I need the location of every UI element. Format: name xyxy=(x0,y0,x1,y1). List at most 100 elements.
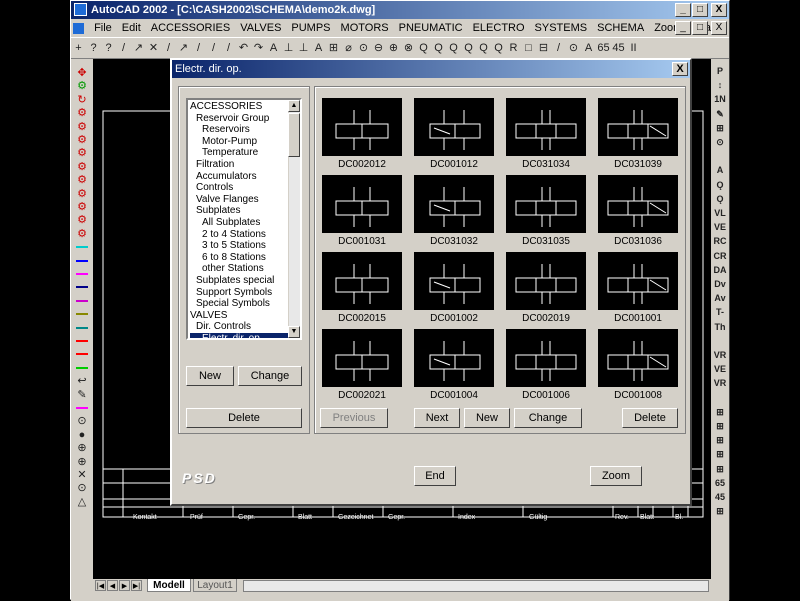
scroll-down-button[interactable]: ▼ xyxy=(288,326,300,338)
grid-new-button[interactable]: New xyxy=(464,408,510,428)
symbol-thumbnail[interactable] xyxy=(598,252,678,310)
grid-delete-button[interactable]: Delete xyxy=(622,408,678,428)
menu-pneumatic[interactable]: PNEUMATIC xyxy=(394,19,468,37)
tree-item[interactable]: Subplates xyxy=(190,205,288,217)
tree-item[interactable]: Valve Flanges xyxy=(190,194,288,206)
tree-item[interactable]: Support Symbols xyxy=(190,287,288,299)
menu-valves[interactable]: VALVES xyxy=(235,19,286,37)
tree-item[interactable]: Controls xyxy=(190,182,288,194)
end-button[interactable]: End xyxy=(414,466,456,486)
category-tree[interactable]: ACCESSORIES Reservoir Group Reservoirs Moto… xyxy=(186,98,302,340)
toolbar-tool-icon[interactable]: ? xyxy=(102,40,115,56)
tree-change-button[interactable]: Change xyxy=(238,366,302,386)
tab-model[interactable]: Modell xyxy=(147,579,191,592)
toolbar-tool-icon[interactable]: ⊙ xyxy=(567,40,580,56)
symbol-thumbnail[interactable] xyxy=(598,98,678,156)
symbol-thumbnail[interactable] xyxy=(598,329,678,387)
doc-restore-button[interactable]: □ xyxy=(692,21,708,35)
toolbar-tool-icon[interactable]: ⊞ xyxy=(327,40,340,56)
maximize-button[interactable]: □ xyxy=(692,3,708,17)
symbol-thumbnail[interactable] xyxy=(506,252,586,310)
tab-nav-button[interactable]: ▶ xyxy=(119,580,130,591)
tab-layout1[interactable]: Layout1 xyxy=(193,579,237,592)
toolbar-tool-icon[interactable]: ⊟ xyxy=(537,40,550,56)
menu-pumps[interactable]: PUMPS xyxy=(286,19,335,37)
tree-item[interactable]: Subplates special xyxy=(190,275,288,287)
tree-item[interactable]: Motor-Pump xyxy=(190,136,288,148)
doc-minimize-button[interactable]: _ xyxy=(675,21,691,35)
tab-nav-button[interactable]: ◀ xyxy=(107,580,118,591)
symbol-thumbnail[interactable] xyxy=(322,252,402,310)
toolbar-tool-icon[interactable]: ⊗ xyxy=(402,40,415,56)
tree-item[interactable]: Dir. Controls xyxy=(190,321,288,333)
toolbar-tool-icon[interactable]: Q xyxy=(432,40,445,56)
toolbar-tool-icon[interactable]: / xyxy=(207,40,220,56)
toolbar-tool-icon[interactable]: II xyxy=(627,40,640,56)
tree-item[interactable]: ACCESSORIES xyxy=(190,101,288,113)
zoom-button[interactable]: Zoom xyxy=(590,466,642,486)
toolbar-tool-icon[interactable]: ↗ xyxy=(132,40,145,56)
toolbar-tool-icon[interactable]: Q xyxy=(462,40,475,56)
menu-motors[interactable]: MOTORS xyxy=(336,19,394,37)
toolbar-tool-icon[interactable]: ? xyxy=(87,40,100,56)
dialog-close-button[interactable]: X xyxy=(672,62,688,76)
toolbar-tool-icon[interactable]: A xyxy=(267,40,280,56)
toolbar-tool-icon[interactable]: A xyxy=(582,40,595,56)
symbol-thumbnail[interactable] xyxy=(322,98,402,156)
toolbar-tool-icon[interactable]: / xyxy=(117,40,130,56)
toolbar-tool-icon[interactable]: R xyxy=(507,40,520,56)
tree-item[interactable]: All Subplates xyxy=(190,217,288,229)
previous-button[interactable]: Previous xyxy=(320,408,388,428)
next-button[interactable]: Next xyxy=(414,408,460,428)
toolbar-tool-icon[interactable]: Q xyxy=(417,40,430,56)
toolbar-tool-icon[interactable]: Q xyxy=(447,40,460,56)
tab-nav-button[interactable]: ▶| xyxy=(131,580,142,591)
right-tool-icon[interactable]: ⊞ xyxy=(710,503,730,519)
menu-file[interactable]: File xyxy=(89,19,117,37)
toolbar-tool-icon[interactable]: ✕ xyxy=(147,40,160,56)
tree-new-button[interactable]: New xyxy=(186,366,234,386)
tree-item[interactable]: Temperature xyxy=(190,147,288,159)
tree-item[interactable]: other Stations xyxy=(190,263,288,275)
toolbar-tool-icon[interactable]: ⊖ xyxy=(372,40,385,56)
toolbar-tool-icon[interactable]: ⊙ xyxy=(357,40,370,56)
symbol-thumbnail[interactable] xyxy=(598,175,678,233)
toolbar-tool-icon[interactable]: A xyxy=(312,40,325,56)
tree-item[interactable]: VALVES xyxy=(190,310,288,322)
tree-delete-button[interactable]: Delete xyxy=(186,408,302,428)
toolbar-tool-icon[interactable]: ↷ xyxy=(252,40,265,56)
tree-scrollbar[interactable]: ▲ ▼ xyxy=(288,100,300,338)
symbol-thumbnail[interactable] xyxy=(414,175,494,233)
doc-close-button[interactable]: X xyxy=(711,21,727,35)
toolbar-tool-icon[interactable]: 45 xyxy=(612,40,625,56)
menu-edit[interactable]: Edit xyxy=(117,19,146,37)
symbol-thumbnail[interactable] xyxy=(506,329,586,387)
tree-item[interactable]: Special Symbols xyxy=(190,298,288,310)
tree-item[interactable]: 6 to 8 Stations xyxy=(190,252,288,264)
menu-systems[interactable]: SYSTEMS xyxy=(530,19,593,37)
toolbar-tool-icon[interactable]: ⊥ xyxy=(282,40,295,56)
tree-item[interactable]: Accumulators xyxy=(190,171,288,183)
horizontal-scrollbar[interactable] xyxy=(243,580,709,592)
toolbar-tool-icon[interactable]: / xyxy=(552,40,565,56)
toolbar-tool-icon[interactable]: Q xyxy=(477,40,490,56)
left-tool-icon[interactable]: △ xyxy=(72,494,92,510)
tree-item[interactable]: 2 to 4 Stations xyxy=(190,229,288,241)
symbol-thumbnail[interactable] xyxy=(322,175,402,233)
menu-electro[interactable]: ELECTRO xyxy=(468,19,530,37)
toolbar-tool-icon[interactable]: / xyxy=(222,40,235,56)
document-icon[interactable] xyxy=(71,19,86,37)
symbol-thumbnail[interactable] xyxy=(414,252,494,310)
tree-item-selected[interactable]: Electr. dir. op. xyxy=(190,332,288,338)
tree-item[interactable]: 3 to 5 Stations xyxy=(190,240,288,252)
toolbar-tool-icon[interactable]: 65 xyxy=(597,40,610,56)
grid-change-button[interactable]: Change xyxy=(514,408,582,428)
toolbar-tool-icon[interactable]: + xyxy=(72,40,85,56)
symbol-thumbnail[interactable] xyxy=(414,329,494,387)
scroll-thumb[interactable] xyxy=(288,113,300,157)
toolbar-tool-icon[interactable]: ⊕ xyxy=(387,40,400,56)
symbol-thumbnail[interactable] xyxy=(506,98,586,156)
symbol-thumbnail[interactable] xyxy=(506,175,586,233)
symbol-thumbnail[interactable] xyxy=(414,98,494,156)
close-button[interactable]: X xyxy=(711,3,727,17)
